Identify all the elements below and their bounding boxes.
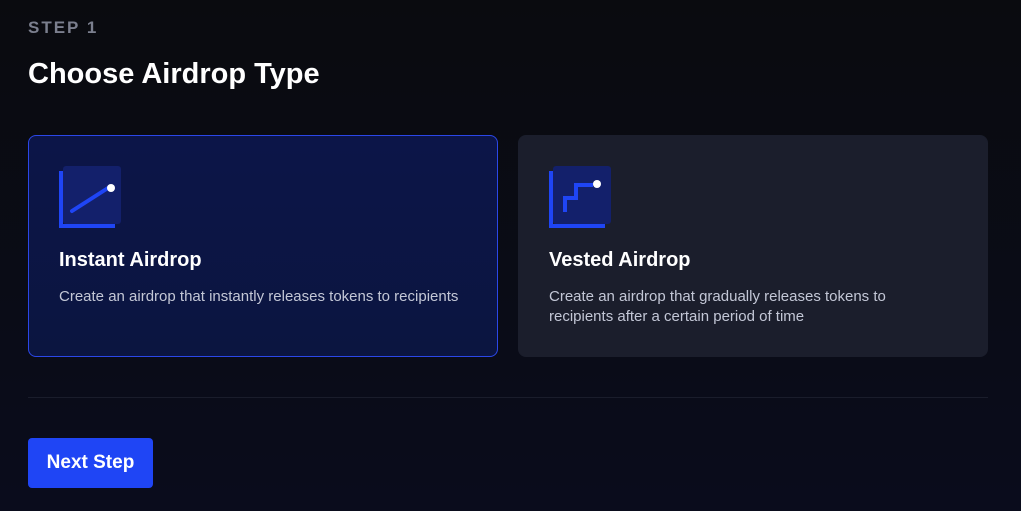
instant-airdrop-card[interactable]: Instant Airdrop Create an airdrop that i… [28, 135, 498, 357]
page-title: Choose Airdrop Type [28, 58, 320, 90]
divider [28, 397, 988, 398]
step-chart-icon [549, 166, 611, 228]
vested-airdrop-title: Vested Airdrop [549, 249, 691, 271]
instant-airdrop-description: Create an airdrop that instantly release… [59, 288, 459, 305]
step-label: STEP 1 [28, 18, 99, 37]
next-step-button[interactable]: Next Step [28, 438, 153, 488]
vested-airdrop-card[interactable]: Vested Airdrop Create an airdrop that gr… [518, 135, 988, 357]
linear-chart-icon [59, 166, 121, 228]
vested-airdrop-description: Create an airdrop that gradually release… [549, 288, 886, 325]
instant-airdrop-title: Instant Airdrop [59, 249, 202, 271]
